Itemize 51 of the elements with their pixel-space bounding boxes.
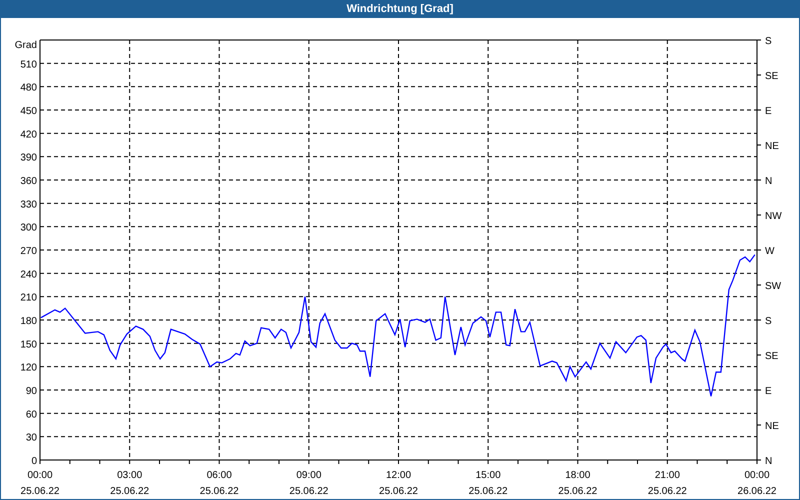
y-axis-label: Grad <box>14 40 37 51</box>
y-tick-label: 240 <box>20 269 37 280</box>
x-tick-label: 03:00 <box>117 470 142 481</box>
direction-label: W <box>765 246 774 257</box>
y-tick-label: 330 <box>20 199 37 210</box>
y-tick-label: 30 <box>26 432 37 444</box>
y-tick-label: 210 <box>20 292 37 304</box>
x-tick-date: 25.06.22 <box>558 486 598 497</box>
direction-label: E <box>765 386 772 397</box>
x-tick-label: 09:00 <box>296 470 322 481</box>
x-tick-date: 25.06.22 <box>200 486 239 497</box>
y-tick-label: 300 <box>20 222 37 234</box>
direction-label: NW <box>765 211 782 222</box>
y-tick-label: 360 <box>20 176 37 187</box>
x-tick-label: 21:00 <box>654 470 680 481</box>
x-tick-date: 26.06.22 <box>738 486 776 497</box>
x-tick-date: 25.06.22 <box>289 486 328 497</box>
y-tick-label: 450 <box>20 106 37 117</box>
direction-label: SE <box>765 71 778 82</box>
x-tick-label: 12:00 <box>386 470 412 481</box>
y-tick-label: 480 <box>20 82 37 94</box>
y-tick-label: 120 <box>20 362 37 374</box>
direction-label: N <box>765 456 772 467</box>
x-tick-date: 25.06.22 <box>379 486 418 497</box>
x-tick-label: 06:00 <box>206 470 232 481</box>
direction-label: NE <box>765 141 779 152</box>
y-tick-label: 180 <box>20 316 37 327</box>
x-tick-date: 25.06.22 <box>648 486 687 497</box>
y-tick-label: 390 <box>20 152 37 164</box>
x-tick-date: 25.06.22 <box>468 486 508 497</box>
y-tick-label: 150 <box>20 339 37 350</box>
y-tick-label: 0 <box>31 456 37 467</box>
y-tick-label: 270 <box>20 246 37 257</box>
x-tick-label: 15:00 <box>476 470 501 481</box>
y-tick-label: 510 <box>20 59 37 70</box>
y-tick-label: 60 <box>26 409 37 420</box>
direction-label: NE <box>765 421 779 432</box>
direction-label: SE <box>765 351 778 362</box>
direction-label: S <box>765 316 772 327</box>
x-tick-date: 25.06.22 <box>110 486 150 497</box>
x-tick-label: 18:00 <box>565 470 590 481</box>
direction-label: E <box>765 106 772 117</box>
window-title: Windrichtung [Grad] <box>1 0 799 18</box>
x-tick-date: 25.06.22 <box>20 486 60 497</box>
x-tick-label: 00:00 <box>744 470 770 481</box>
direction-label: SW <box>765 281 782 292</box>
direction-label: N <box>765 176 772 187</box>
x-tick-label: 00:00 <box>27 470 53 481</box>
direction-label: S <box>765 36 772 47</box>
y-tick-label: 420 <box>20 129 37 140</box>
y-tick-label: 90 <box>26 386 37 397</box>
